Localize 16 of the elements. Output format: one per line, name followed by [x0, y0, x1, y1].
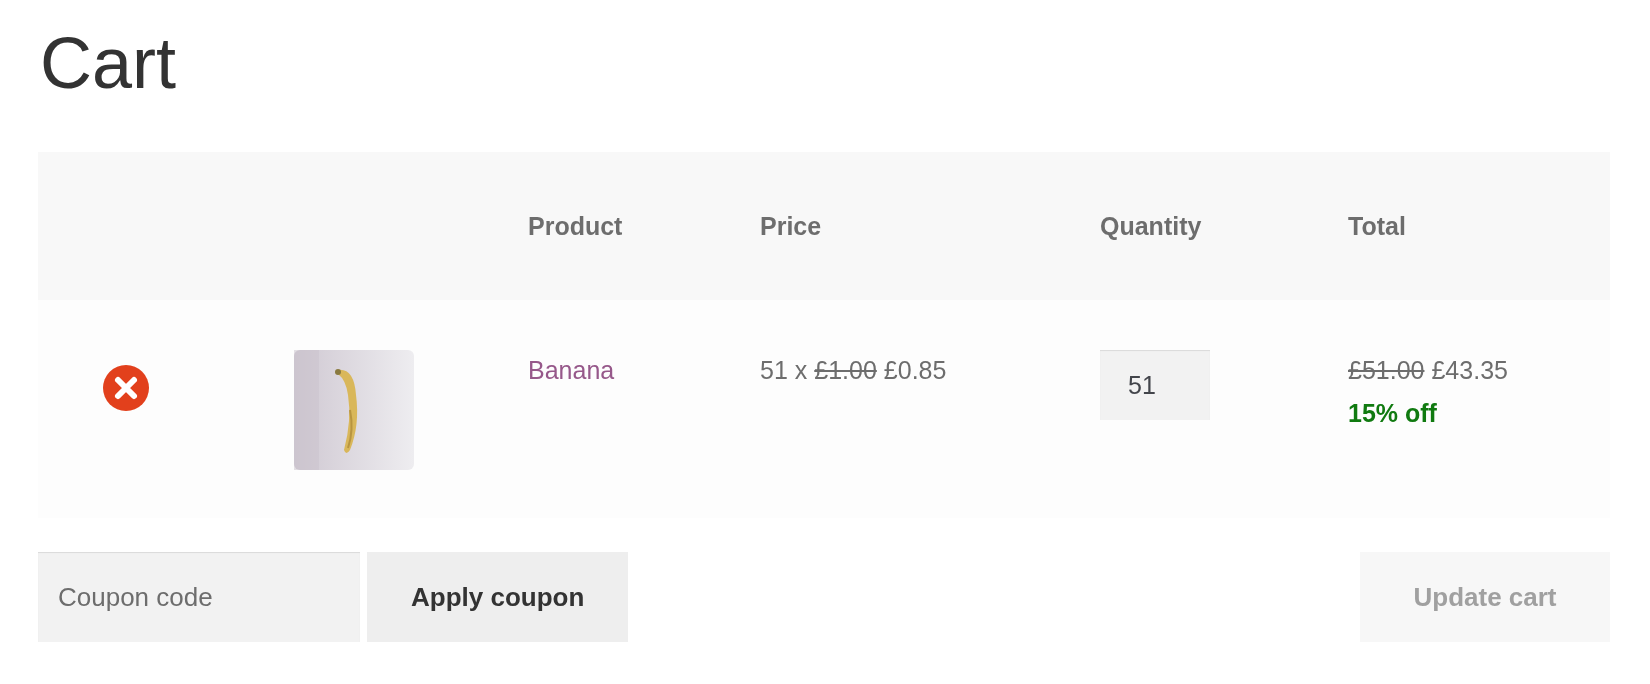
coupon-field[interactable]: Coupon code: [38, 552, 360, 642]
product-link[interactable]: Banana: [528, 356, 615, 385]
column-header: Price: [760, 211, 822, 240]
quantity-prefix: 51 x: [760, 356, 808, 385]
sale-total: £43.35: [1431, 356, 1508, 385]
column-header: Quantity: [1100, 211, 1202, 240]
remove-icon[interactable]: [103, 365, 149, 411]
column-header: Product: [528, 211, 623, 240]
regular-total: £51.00: [1348, 356, 1425, 385]
column-header: Total: [1348, 211, 1406, 240]
apply-coupon-button[interactable]: Apply coupon: [367, 552, 629, 642]
page-title: Cart: [39, 22, 178, 105]
regular-price: £1.00: [814, 356, 877, 385]
quantity-field[interactable]: 51: [1100, 350, 1210, 420]
discount-label: 15% off: [1348, 399, 1438, 428]
sale-price: £0.85: [883, 356, 947, 385]
